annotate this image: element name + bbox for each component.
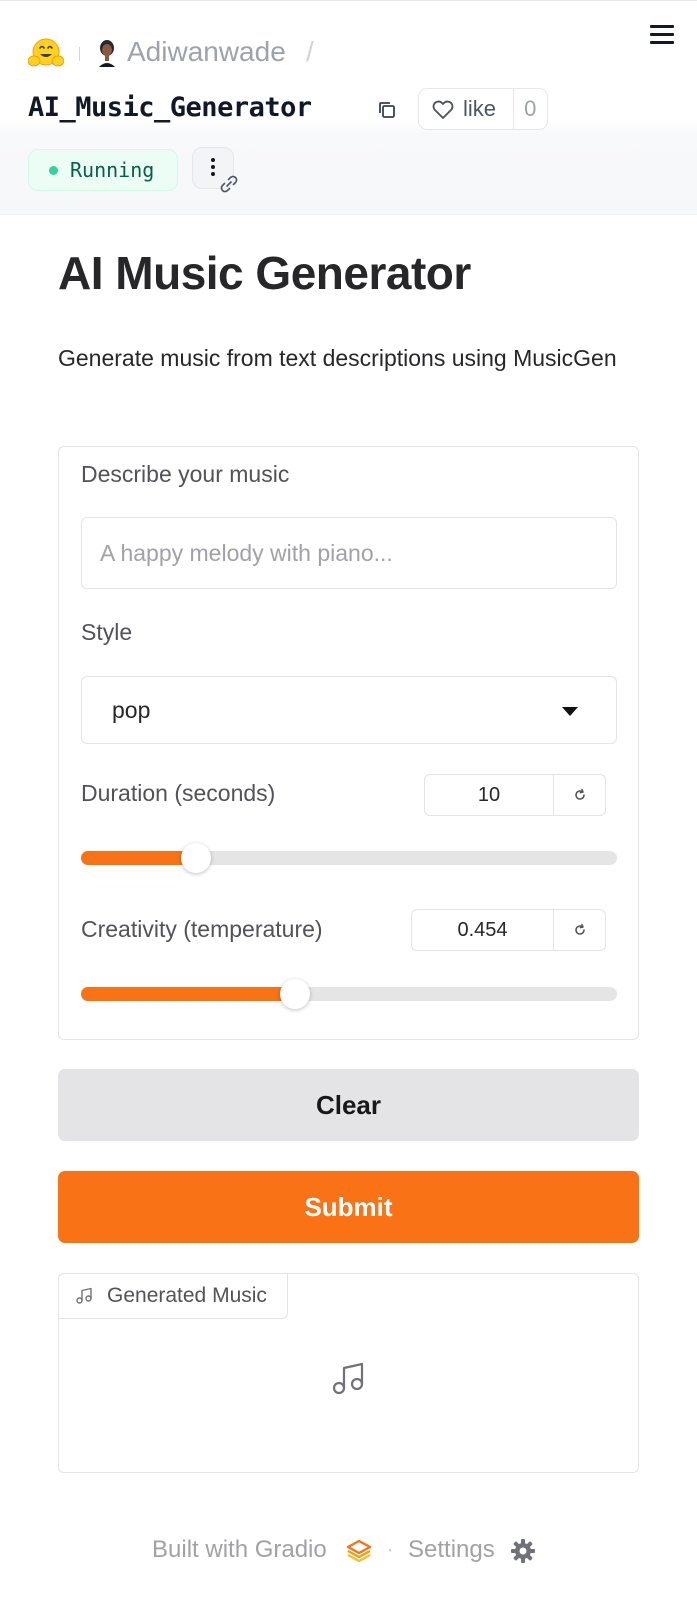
prompt-label: Describe your music	[81, 461, 290, 487]
like-count[interactable]: 0	[514, 96, 547, 122]
creativity-slider-fill	[81, 987, 296, 1001]
like-button-main[interactable]: like	[419, 89, 514, 129]
owner-link[interactable]: Adiwanwade	[127, 36, 286, 68]
owner-avatar-icon[interactable]	[96, 39, 118, 67]
link-icon[interactable]	[218, 173, 240, 195]
space-header: Adiwanwade / AI_Music_Generator like 0 R…	[0, 0, 697, 215]
footer: Built with Gradio · Settings	[0, 1534, 697, 1568]
app-title: AI Music Generator	[58, 247, 471, 299]
built-with-gradio-link[interactable]: Built with Gradio	[152, 1536, 327, 1564]
creativity-label: Creativity (temperature)	[81, 916, 323, 942]
output-label-text: Generated Music	[107, 1284, 267, 1307]
duration-slider[interactable]	[81, 843, 617, 873]
heart-icon	[432, 100, 454, 119]
settings-link[interactable]: Settings	[408, 1536, 495, 1564]
style-label: Style	[81, 619, 133, 645]
creativity-number-input[interactable]: 0.454	[412, 910, 553, 950]
duration-slider-fill	[81, 851, 197, 865]
hamburger-menu-icon[interactable]	[650, 25, 678, 47]
footer-separator: ·	[386, 1536, 394, 1563]
header-divider	[79, 47, 80, 61]
reset-icon	[574, 923, 585, 935]
duration-slider-thumb[interactable]	[181, 843, 212, 873]
path-separator: /	[306, 36, 314, 67]
music-note-icon	[76, 1287, 92, 1304]
input-form-panel: Describe your music Style pop Duration (…	[58, 446, 639, 1040]
hugging-face-logo-icon[interactable]	[28, 37, 64, 69]
output-label-tab: Generated Music	[58, 1273, 288, 1319]
style-selected-value: pop	[112, 697, 151, 723]
app-description: Generate music from text descriptions us…	[58, 345, 617, 371]
copy-icon[interactable]	[376, 99, 398, 121]
clear-button[interactable]: Clear	[58, 1069, 639, 1141]
gradio-logo-icon[interactable]	[346, 1539, 372, 1563]
duration-label: Duration (seconds)	[81, 780, 276, 806]
status-dot-icon	[49, 165, 58, 175]
submit-button[interactable]: Submit	[58, 1171, 639, 1243]
status-text: Running	[70, 158, 155, 182]
creativity-slider-thumb[interactable]	[280, 979, 311, 1009]
status-badge[interactable]: Running	[28, 149, 178, 191]
dropdown-caret-icon	[562, 707, 578, 716]
duration-number-box: 10	[424, 774, 606, 816]
gear-icon[interactable]	[510, 1538, 536, 1564]
music-description-input[interactable]	[81, 517, 617, 589]
like-button[interactable]: like 0	[418, 88, 548, 130]
style-dropdown[interactable]: pop	[81, 676, 617, 744]
like-label: like	[463, 96, 497, 121]
creativity-reset-button[interactable]	[553, 910, 605, 950]
space-title[interactable]: AI_Music_Generator	[28, 92, 312, 123]
music-note-placeholder-icon	[332, 1362, 364, 1395]
generated-music-output: Generated Music	[58, 1273, 639, 1473]
creativity-number-box: 0.454	[411, 909, 606, 951]
duration-reset-button[interactable]	[553, 775, 605, 815]
reset-icon	[574, 788, 585, 800]
kebab-menu-icon	[211, 158, 215, 179]
creativity-slider[interactable]	[81, 979, 617, 1009]
duration-number-input[interactable]: 10	[425, 775, 553, 815]
